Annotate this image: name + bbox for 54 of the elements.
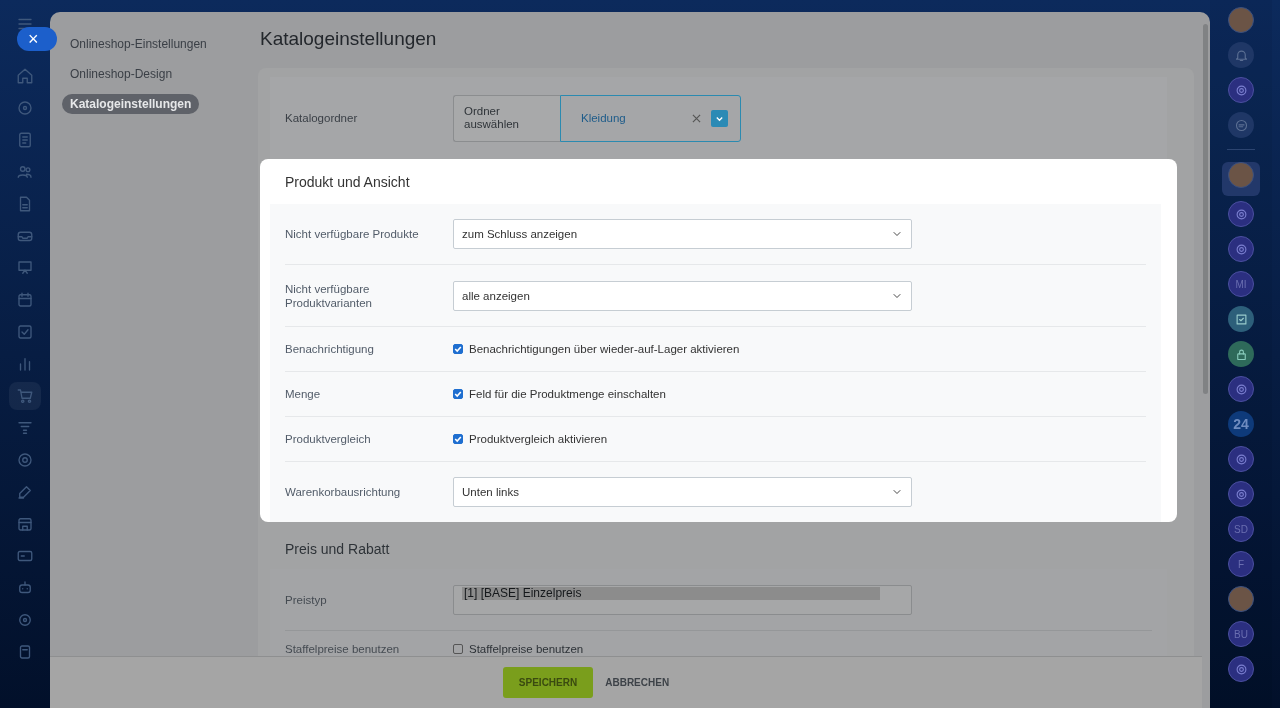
sidebar-item[interactable]: Onlineshop-Einstellungen <box>62 34 215 54</box>
setting-label: Staffelpreise benutzen <box>285 642 401 656</box>
checkbox-label[interactable]: Feld für die Produktmenge einschalten <box>469 388 666 400</box>
dropdown-field[interactable]: zum Schluss anzeigen <box>453 219 912 249</box>
people-icon[interactable] <box>16 163 34 181</box>
setting-label: Katalogordner <box>285 112 359 124</box>
funnel-icon[interactable] <box>16 419 34 437</box>
checkbox[interactable] <box>453 434 463 444</box>
chat-initials[interactable]: 24 <box>1228 411 1254 437</box>
bell-icon[interactable] <box>1233 47 1249 63</box>
checkbox[interactable] <box>453 344 463 354</box>
checkbox[interactable] <box>453 389 463 399</box>
avatar[interactable] <box>1228 161 1254 188</box>
clear-icon[interactable] <box>692 113 701 123</box>
setting-label: Nicht verfügbare Produktvarianten <box>285 281 373 310</box>
dropdown-field[interactable]: Unten links <box>453 477 912 507</box>
selected-chat-tile[interactable] <box>1222 162 1260 196</box>
setting-label: Warenkorbausrichtung <box>285 485 402 499</box>
checkbox-label[interactable]: Staffelpreise benutzen <box>469 643 584 655</box>
checkbox-label[interactable]: Produktvergleich aktivieren <box>469 433 608 445</box>
cart-icon[interactable] <box>16 387 34 405</box>
page-title: Katalogeinstellungen <box>260 28 438 50</box>
close-button[interactable]: × <box>17 27 57 51</box>
store-icon[interactable] <box>16 515 34 533</box>
target-icon[interactable] <box>16 451 34 469</box>
listbox-field[interactable]: [1] [BASE] Einzelpreis <box>453 584 912 615</box>
section-title: Produkt und Ansicht <box>284 173 411 192</box>
select-folder-button[interactable]: Ordner auswählen <box>453 94 560 142</box>
setting-label: Nicht verfügbare Produkte <box>285 227 420 241</box>
checkbox[interactable] <box>453 644 463 654</box>
save-button[interactable]: SPEICHERN <box>502 667 594 698</box>
document-icon[interactable] <box>16 131 34 149</box>
task-icon[interactable] <box>1233 311 1249 327</box>
presentation-icon[interactable] <box>16 259 34 277</box>
sidebar-item[interactable]: Onlineshop-Design <box>62 64 181 84</box>
cancel-button[interactable]: ABBRECHEN <box>605 677 670 688</box>
pencil-icon[interactable] <box>16 483 34 501</box>
dropdown-button[interactable] <box>711 109 728 127</box>
calendar-icon[interactable] <box>16 291 34 309</box>
checkbox-label[interactable]: Benachrichtigungen über wieder-auf-Lager aktivieren <box>469 343 740 355</box>
setting-label: Menge <box>285 387 322 401</box>
setting-label: Preistyp <box>285 592 328 607</box>
setting-label: Produktvergleich <box>285 432 372 446</box>
chat-icon[interactable] <box>1233 117 1249 133</box>
avatar[interactable] <box>1228 586 1254 612</box>
sidebar-item[interactable]: Katalogeinstellungen <box>62 94 200 114</box>
setting-label: Benachrichtigung <box>285 342 375 356</box>
task-icon[interactable] <box>16 323 34 341</box>
dropdown-field[interactable]: alle anzeigen <box>453 280 912 311</box>
folder-field[interactable]: Kleidung <box>560 94 741 142</box>
listbox-option[interactable]: [1] [BASE] Einzelpreis <box>462 586 880 600</box>
scrollbar[interactable] <box>1203 24 1208 394</box>
home-icon[interactable] <box>16 67 34 85</box>
avatar[interactable] <box>1228 7 1254 33</box>
